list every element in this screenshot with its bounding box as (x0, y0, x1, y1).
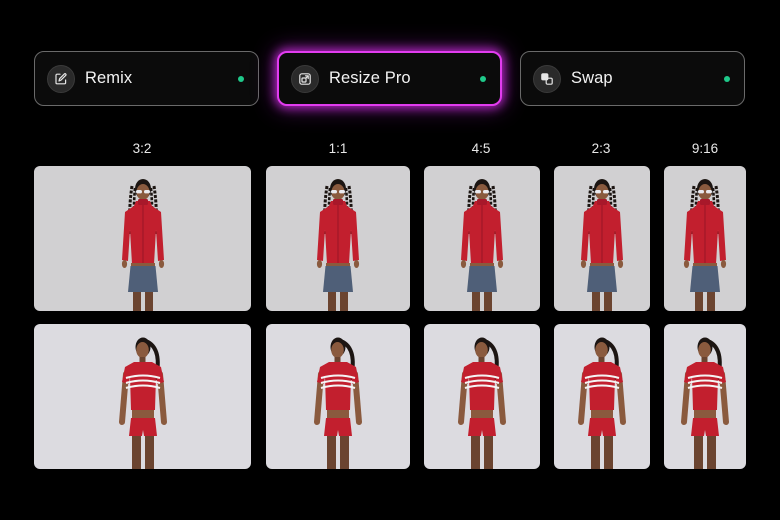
swap-icon (533, 64, 561, 93)
model-figure (458, 337, 506, 469)
preview-4-5-tee[interactable] (424, 324, 540, 469)
ratio-label-9-16: 9:16 (691, 141, 719, 156)
edit-sparkle-icon (47, 64, 75, 93)
model-figure (118, 337, 167, 469)
preview-2-3-jacket[interactable] (554, 166, 650, 311)
preview-3-2-tee[interactable] (34, 324, 251, 469)
preview-3-2-jacket[interactable] (34, 166, 251, 311)
model-figure (578, 337, 626, 469)
ratio-label-1-1: 1:1 (328, 141, 348, 156)
resize-pro-label: Resize Pro (329, 69, 411, 87)
preview-1-1-tee[interactable] (266, 324, 410, 469)
ratio-label-3-2: 3:2 (132, 141, 152, 156)
ratio-label-2-3: 2:3 (591, 141, 611, 156)
swap-button[interactable]: Swap (520, 51, 745, 106)
preview-2-3-tee[interactable] (554, 324, 650, 469)
model-figure (460, 179, 504, 311)
remix-button[interactable]: Remix (34, 51, 259, 106)
status-dot (480, 75, 486, 82)
resize-icon (291, 64, 319, 93)
model-figure (580, 179, 624, 311)
preview-9-16-tee[interactable] (664, 324, 746, 469)
remix-label: Remix (85, 69, 133, 87)
model-figure (121, 179, 164, 311)
swap-label: Swap (571, 69, 613, 87)
status-dot (238, 75, 244, 82)
ratio-label-4-5: 4:5 (471, 141, 491, 156)
model-figure (314, 337, 362, 469)
model-figure (683, 179, 727, 311)
model-figure (316, 179, 360, 311)
preview-9-16-jacket[interactable] (664, 166, 746, 311)
resize-pro-button[interactable]: Resize Pro (277, 51, 502, 106)
model-figure (681, 337, 729, 469)
status-dot (724, 75, 730, 82)
preview-1-1-jacket[interactable] (266, 166, 410, 311)
preview-4-5-jacket[interactable] (424, 166, 540, 311)
